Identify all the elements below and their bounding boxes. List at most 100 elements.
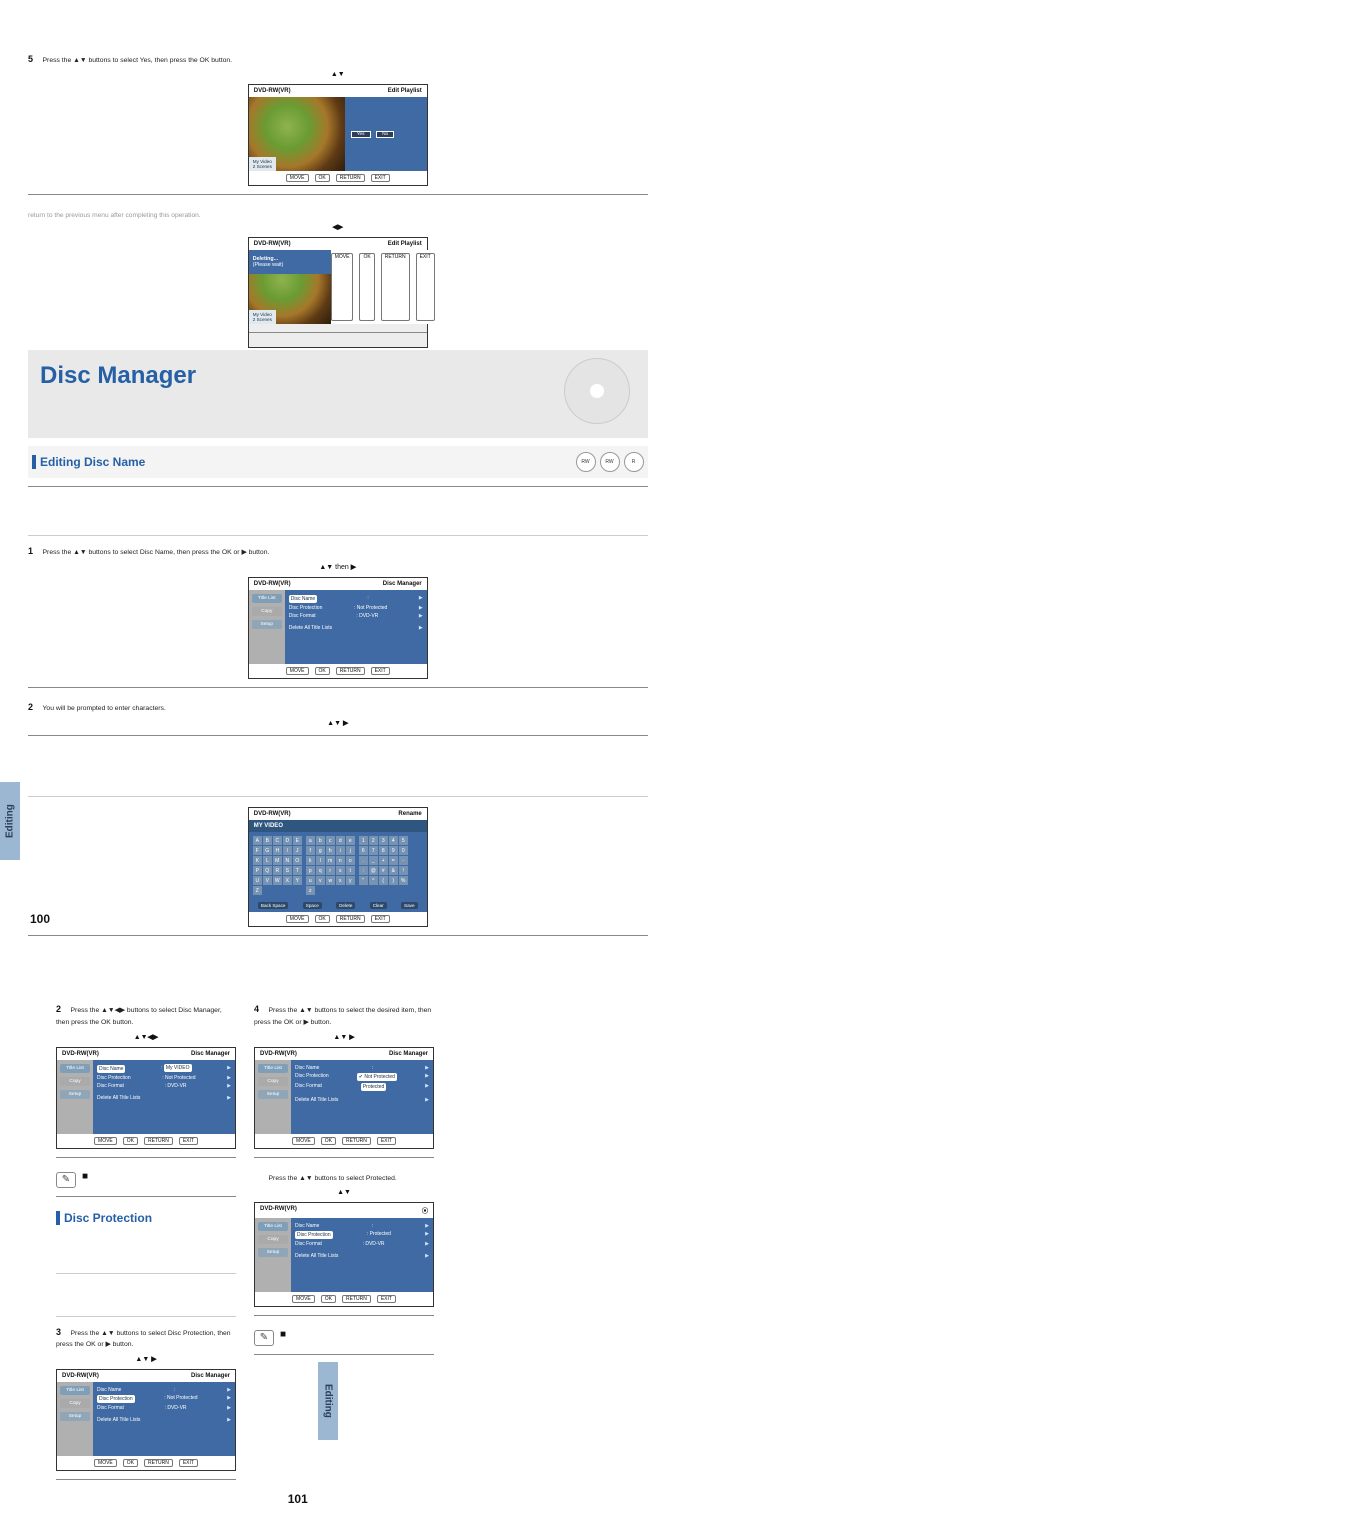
kb-key[interactable]: _ — [369, 856, 378, 865]
no-button[interactable]: No — [376, 131, 394, 138]
sidebar-title-list[interactable]: Title List — [258, 1222, 288, 1231]
sidebar-copy[interactable]: Copy — [60, 1399, 90, 1408]
row-disc-name[interactable]: Disc Name — [97, 1065, 125, 1073]
kb-key[interactable]: Y — [293, 876, 302, 885]
kb-key[interactable]: p — [306, 866, 315, 875]
kb-key[interactable]: h — [326, 846, 335, 855]
kb-key[interactable]: s — [336, 866, 345, 875]
kb-key[interactable]: o — [346, 856, 355, 865]
kb-key[interactable]: F — [253, 846, 262, 855]
sidebar-copy[interactable]: Copy — [252, 607, 282, 616]
kb-key[interactable]: S — [283, 866, 292, 875]
kb-key[interactable]: D — [283, 836, 292, 845]
kb-key[interactable]: : — [359, 866, 368, 875]
rename-field[interactable]: MY VIDEO — [249, 820, 427, 832]
kb-key[interactable]: . — [359, 856, 368, 865]
kb-key[interactable]: E — [293, 836, 302, 845]
kb-key[interactable]: B — [263, 836, 272, 845]
kb-key[interactable]: w — [326, 876, 335, 885]
kb-upper[interactable]: ABCDEFGHIJKLMNOPQRSTUVWXYZ — [253, 836, 302, 895]
kb-key[interactable]: P — [253, 866, 262, 875]
sidebar-title-list[interactable]: Title List — [258, 1064, 288, 1073]
kb-key[interactable]: I — [283, 846, 292, 855]
kb-key[interactable]: r — [326, 866, 335, 875]
kb-delete[interactable]: Delete — [336, 902, 355, 909]
kb-key[interactable]: n — [336, 856, 345, 865]
kb-key[interactable]: a — [306, 836, 315, 845]
sidebar-setup[interactable]: Setup — [258, 1090, 288, 1099]
sidebar-setup[interactable]: Setup — [252, 620, 282, 629]
sidebar-setup[interactable]: Setup — [60, 1412, 90, 1421]
kb-key[interactable]: 9 — [389, 846, 398, 855]
sidebar-setup[interactable]: Setup — [60, 1090, 90, 1099]
kb-key[interactable]: + — [379, 856, 388, 865]
kb-key[interactable]: 0 — [399, 846, 408, 855]
kb-key[interactable]: v — [316, 876, 325, 885]
kb-space[interactable]: Space — [303, 902, 322, 909]
row-disc-protection[interactable]: Disc Protection — [97, 1395, 135, 1403]
sidebar-copy[interactable]: Copy — [258, 1235, 288, 1244]
kb-key[interactable]: m — [326, 856, 335, 865]
sidebar-title-list[interactable]: Title List — [60, 1064, 90, 1073]
kb-key[interactable]: z — [306, 886, 315, 895]
kb-key[interactable]: K — [253, 856, 262, 865]
kb-key[interactable]: u — [306, 876, 315, 885]
kb-key[interactable]: T — [293, 866, 302, 875]
kb-key[interactable]: g — [316, 846, 325, 855]
kb-key[interactable]: ! — [399, 866, 408, 875]
sidebar-copy[interactable]: Copy — [60, 1077, 90, 1086]
kb-key[interactable]: l — [316, 856, 325, 865]
kb-num[interactable]: 1234567890._+=-:@#&!"^()% — [359, 836, 408, 895]
row-disc-name[interactable]: Disc Name — [289, 595, 317, 603]
sidebar-title-list[interactable]: Title List — [252, 594, 282, 603]
kb-key[interactable]: ^ — [369, 876, 378, 885]
kb-key[interactable]: 2 — [369, 836, 378, 845]
kb-key[interactable]: x — [336, 876, 345, 885]
sidebar-title-list[interactable]: Title List — [60, 1386, 90, 1395]
kb-key[interactable]: ) — [389, 876, 398, 885]
kb-key[interactable]: b — [316, 836, 325, 845]
kb-key[interactable]: R — [273, 866, 282, 875]
kb-key[interactable]: d — [336, 836, 345, 845]
kb-key[interactable]: 6 — [359, 846, 368, 855]
kb-key[interactable]: # — [379, 866, 388, 875]
opt-protected[interactable]: Protected — [361, 1083, 386, 1091]
kb-key[interactable]: Z — [253, 886, 262, 895]
kb-key[interactable]: J — [293, 846, 302, 855]
kb-key[interactable]: L — [263, 856, 272, 865]
kb-backspace[interactable]: Back Space — [258, 902, 289, 909]
kb-key[interactable]: q — [316, 866, 325, 875]
kb-key[interactable]: N — [283, 856, 292, 865]
kb-key[interactable]: k — [306, 856, 315, 865]
kb-key[interactable]: ( — [379, 876, 388, 885]
kb-key[interactable]: f — [306, 846, 315, 855]
sidebar-copy[interactable]: Copy — [258, 1077, 288, 1086]
kb-key[interactable]: 4 — [389, 836, 398, 845]
kb-key[interactable]: @ — [369, 866, 378, 875]
kb-save[interactable]: Save — [401, 902, 417, 909]
kb-key[interactable]: 1 — [359, 836, 368, 845]
kb-key[interactable]: H — [273, 846, 282, 855]
kb-key[interactable]: " — [359, 876, 368, 885]
kb-key[interactable]: O — [293, 856, 302, 865]
kb-clear[interactable]: Clear — [370, 902, 387, 909]
kb-key[interactable]: t — [346, 866, 355, 875]
kb-key[interactable]: V — [263, 876, 272, 885]
kb-key[interactable]: M — [273, 856, 282, 865]
kb-key[interactable]: 8 — [379, 846, 388, 855]
kb-key[interactable]: G — [263, 846, 272, 855]
kb-key[interactable]: Q — [263, 866, 272, 875]
kb-key[interactable]: 7 — [369, 846, 378, 855]
kb-key[interactable]: A — [253, 836, 262, 845]
kb-key[interactable]: c — [326, 836, 335, 845]
kb-key[interactable]: C — [273, 836, 282, 845]
kb-key[interactable]: & — [389, 866, 398, 875]
kb-key[interactable]: j — [346, 846, 355, 855]
kb-key[interactable]: - — [399, 856, 408, 865]
kb-key[interactable]: 3 — [379, 836, 388, 845]
sidebar-setup[interactable]: Setup — [258, 1248, 288, 1257]
kb-key[interactable]: = — [389, 856, 398, 865]
kb-key[interactable]: W — [273, 876, 282, 885]
kb-key[interactable]: 5 — [399, 836, 408, 845]
kb-key[interactable]: i — [336, 846, 345, 855]
